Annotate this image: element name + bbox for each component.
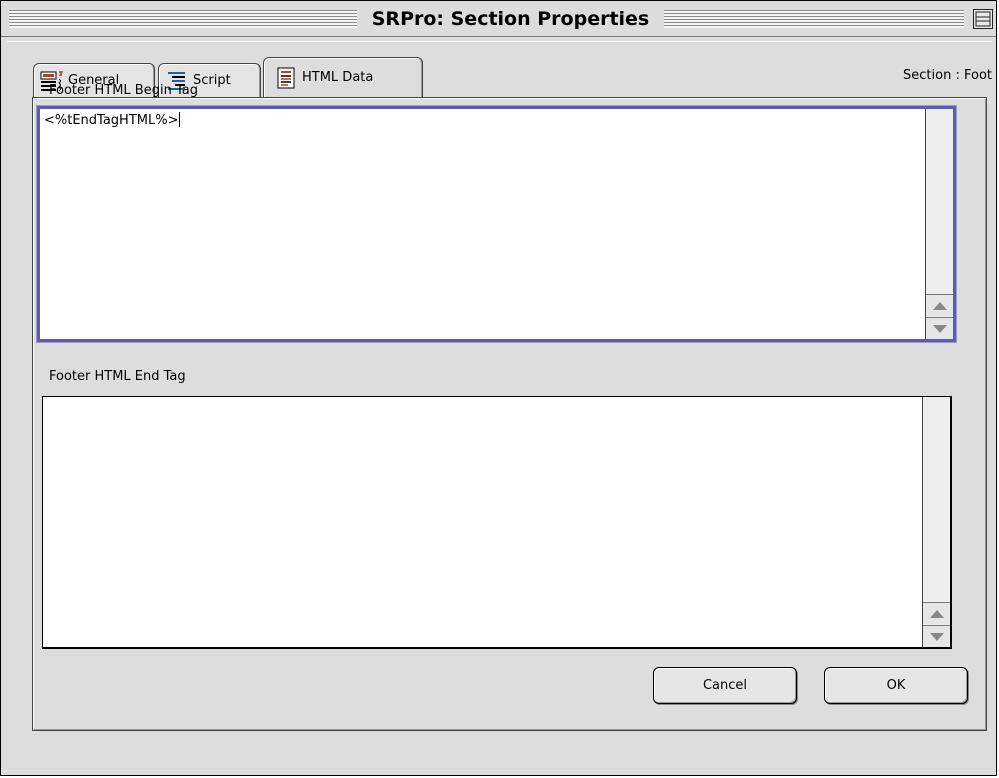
window-title: SRPro: Section Properties xyxy=(357,7,664,31)
cancel-button[interactable]: Cancel xyxy=(653,667,797,704)
section-indicator: Section : Foot xyxy=(903,68,992,83)
footer-end-tag-label: Footer HTML End Tag xyxy=(49,369,186,384)
scroll-up-arrow-icon[interactable] xyxy=(926,294,953,316)
html-document-icon xyxy=(274,66,298,90)
footer-begin-tag-text: <%tEndTagHTML%> xyxy=(44,112,181,128)
footer-end-tag-scrollbar[interactable] xyxy=(922,397,950,647)
ok-button[interactable]: OK xyxy=(824,667,968,704)
footer-begin-tag-value: <%tEndTagHTML%> xyxy=(44,113,179,128)
section-properties-window: SRPro: Section Properties General Script… xyxy=(0,0,997,776)
title-bar-stripes-left xyxy=(9,10,357,28)
tab-script-label: Script xyxy=(193,73,231,88)
collapse-box-icon[interactable] xyxy=(973,9,993,29)
footer-end-tag-field[interactable] xyxy=(42,396,952,649)
tab-html-data[interactable]: HTML Data xyxy=(263,57,423,97)
footer-begin-tag-field[interactable]: <%tEndTagHTML%> xyxy=(37,106,956,342)
tab-html-data-label: HTML Data xyxy=(302,70,374,85)
title-bar-stripes-right xyxy=(664,10,964,28)
scroll-down-arrow-icon[interactable] xyxy=(926,317,953,339)
title-bar[interactable]: SRPro: Section Properties xyxy=(1,1,996,37)
footer-begin-tag-scrollbar[interactable] xyxy=(925,109,953,339)
footer-begin-tag-label: Footer HTML Begin Tag xyxy=(49,83,198,98)
scroll-up-arrow-icon[interactable] xyxy=(923,602,950,624)
text-caret xyxy=(179,112,181,127)
scroll-down-arrow-icon[interactable] xyxy=(923,625,950,647)
